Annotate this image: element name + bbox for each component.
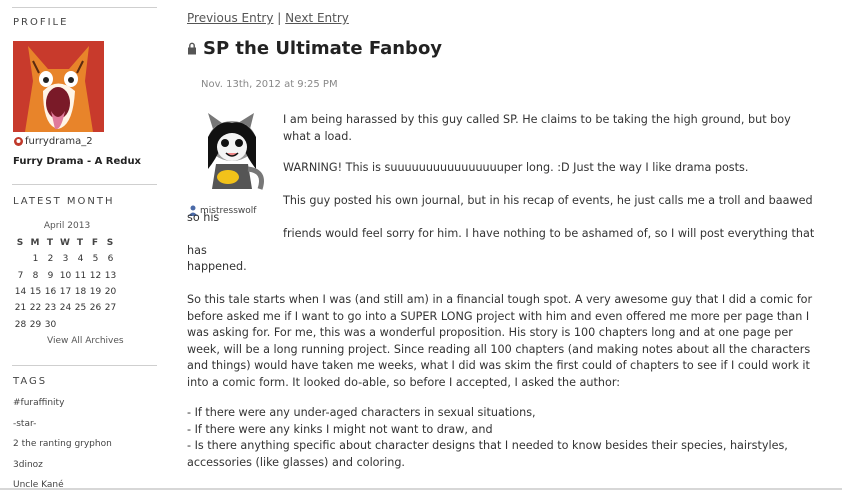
nav-separator: | <box>277 11 282 25</box>
calendar-day[interactable]: 18 <box>73 287 88 297</box>
calendar-day[interactable]: 6 <box>103 254 118 264</box>
calendar-day[interactable]: 27 <box>103 303 118 313</box>
divider <box>12 184 157 185</box>
weekday-label: S <box>16 238 25 249</box>
tag-link[interactable]: -star- <box>13 419 36 429</box>
calendar-weekdays: S M T W T F S <box>13 235 121 251</box>
list-item: - If there were any under-aged character… <box>187 406 536 419</box>
entry-date: Nov. 13th, 2012 at 9:25 PM <box>201 79 338 90</box>
entry-line: happened. <box>187 260 247 273</box>
weekday-label: T <box>46 238 55 249</box>
bottom-divider <box>0 488 842 490</box>
profile-user[interactable]: furrydrama_2 <box>13 136 93 147</box>
entry-paragraph: This guy posted his own journal, but in … <box>187 193 827 276</box>
calendar-month[interactable]: April 2013 <box>13 221 121 231</box>
entry-title: SP the Ultimate Fanboy <box>187 38 442 59</box>
next-entry-link[interactable]: Next Entry <box>285 11 349 25</box>
calendar-week: 28 29 30 <box>13 316 121 332</box>
calendar-week: 7 8 9 10 11 12 13 <box>13 268 121 284</box>
calendar-day[interactable]: 30 <box>43 320 58 330</box>
calendar-day[interactable]: 1 <box>28 254 43 264</box>
entry-paragraph: I am being harassed by this guy called S… <box>283 113 791 143</box>
entry-line: This guy posted his own journal, but in … <box>187 194 813 224</box>
latest-month-heading: LATEST MONTH <box>13 196 115 207</box>
entry-paragraph: WARNING! This is suuuuuuuuuuuuuuuuper lo… <box>283 161 749 174</box>
weekday-label: S <box>106 238 115 249</box>
previous-entry-link[interactable]: Previous Entry <box>187 11 273 25</box>
calendar-day[interactable]: 14 <box>13 287 28 297</box>
entry-paragraph: So this tale starts when I was (and stil… <box>187 293 813 389</box>
profile-heading: PROFILE <box>13 17 69 28</box>
calendar-day[interactable]: 9 <box>43 271 58 281</box>
calendar: April 2013 S M T W T F S 1 2 3 4 5 6 7 8… <box>13 221 121 333</box>
list-item: - If there were any kinks I might not wa… <box>187 422 493 436</box>
sidebar: PROFILE furrydrama_2 Furry Drama - A Red… <box>0 0 170 491</box>
calendar-day[interactable]: 22 <box>28 303 43 313</box>
user-head-icon <box>14 137 23 146</box>
entry-list: - If there were any under-aged character… <box>187 405 827 471</box>
calendar-day[interactable]: 29 <box>28 320 43 330</box>
calendar-day[interactable]: 7 <box>13 271 28 281</box>
divider <box>12 365 157 366</box>
calendar-week: 21 22 23 24 25 26 27 <box>13 300 121 316</box>
list-item: - Is there anything specific about chara… <box>187 439 788 469</box>
calendar-day[interactable]: 17 <box>58 287 73 297</box>
calendar-day[interactable]: 2 <box>43 254 58 264</box>
calendar-week: 14 15 16 17 18 19 20 <box>13 284 121 300</box>
calendar-day[interactable]: 26 <box>88 303 103 313</box>
calendar-day[interactable]: 4 <box>73 254 88 264</box>
weekday-label: M <box>30 238 41 249</box>
tag-link[interactable]: 2 the ranting gryphon <box>13 439 112 449</box>
calendar-day[interactable]: 25 <box>73 303 88 313</box>
calendar-week: 1 2 3 4 5 6 <box>13 251 121 267</box>
calendar-day[interactable]: 8 <box>28 271 43 281</box>
tag-link[interactable]: 3dinoz <box>13 460 43 470</box>
entry-line: friends would feel sorry for him. I have… <box>187 227 815 257</box>
view-all-archives-link[interactable]: View All Archives <box>47 336 124 346</box>
calendar-day[interactable]: 20 <box>103 287 118 297</box>
entry-nav: Previous Entry | Next Entry <box>187 11 349 25</box>
weekday-label: F <box>91 238 100 249</box>
calendar-day[interactable]: 13 <box>103 271 118 281</box>
calendar-day[interactable]: 21 <box>13 303 28 313</box>
poster-userpic <box>188 109 276 199</box>
lock-icon <box>188 42 196 55</box>
calendar-day[interactable]: 12 <box>88 271 103 281</box>
journal-name: Furry Drama - A Redux <box>13 156 142 167</box>
profile-username[interactable]: furrydrama_2 <box>25 136 93 147</box>
calendar-day[interactable]: 28 <box>13 320 28 330</box>
calendar-day[interactable]: 23 <box>43 303 58 313</box>
tags-heading: TAGS <box>13 376 48 387</box>
tag-link[interactable]: #furaffinity <box>13 398 64 408</box>
calendar-day[interactable]: 15 <box>28 287 43 297</box>
weekday-label: W <box>60 238 71 249</box>
calendar-day[interactable]: 5 <box>88 254 103 264</box>
calendar-day[interactable]: 24 <box>58 303 73 313</box>
calendar-day[interactable]: 11 <box>73 271 88 281</box>
calendar-day[interactable]: 10 <box>58 271 73 281</box>
entry-title-text: SP the Ultimate Fanboy <box>203 38 443 59</box>
calendar-day[interactable]: 3 <box>58 254 73 264</box>
calendar-day[interactable]: 16 <box>43 287 58 297</box>
profile-avatar[interactable] <box>13 41 104 132</box>
divider <box>12 7 157 8</box>
weekday-label: T <box>76 238 85 249</box>
calendar-day[interactable]: 19 <box>88 287 103 297</box>
